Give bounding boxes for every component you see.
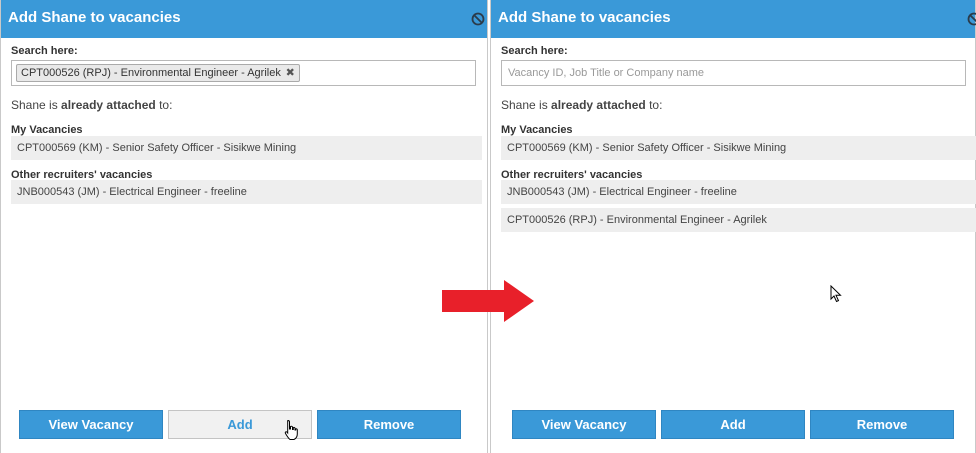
selected-vacancy-chip: CPT000526 (RPJ) - Environmental Engineer…: [16, 64, 300, 82]
list-item[interactable]: CPT000526 (RPJ) - Environmental Engineer…: [501, 208, 976, 232]
list-item[interactable]: CPT000569 (KM) - Senior Safety Officer -…: [501, 136, 976, 160]
search-label: Search here:: [11, 45, 78, 57]
dialog-before: Add Shane to vacancies Search here: CPT0…: [0, 0, 488, 453]
search-box: [501, 60, 966, 86]
add-button[interactable]: Add: [168, 410, 312, 439]
chip-label: CPT000526 (RPJ) - Environmental Engineer…: [21, 67, 281, 79]
block-icon[interactable]: [967, 12, 976, 26]
dialog-header: Add Shane to vacancies: [1, 0, 487, 38]
dialog-header: Add Shane to vacancies: [491, 0, 975, 38]
remove-button[interactable]: Remove: [810, 410, 954, 439]
my-vacancies-label: My Vacancies: [11, 124, 83, 136]
attached-info: Shane is already attached to:: [501, 98, 663, 112]
search-input[interactable]: [502, 61, 965, 85]
dialog-after: Add Shane to vacancies Search here: Shan…: [490, 0, 976, 453]
right-arrow-icon: [442, 280, 534, 322]
view-vacancy-button[interactable]: View Vacancy: [512, 410, 656, 439]
list-item[interactable]: JNB000543 (JM) - Electrical Engineer - f…: [501, 180, 976, 204]
list-item[interactable]: JNB000543 (JM) - Electrical Engineer - f…: [11, 180, 482, 204]
view-vacancy-button[interactable]: View Vacancy: [19, 410, 163, 439]
pointer-cursor-icon: [830, 285, 842, 303]
search-input[interactable]: CPT000526 (RPJ) - Environmental Engineer…: [11, 60, 476, 86]
block-icon[interactable]: [471, 12, 485, 26]
remove-button[interactable]: Remove: [317, 410, 461, 439]
chip-remove-icon[interactable]: ✖: [286, 65, 295, 81]
search-label: Search here:: [501, 45, 568, 57]
list-item[interactable]: CPT000569 (KM) - Senior Safety Officer -…: [11, 136, 482, 160]
dialog-title: Add Shane to vacancies: [8, 9, 181, 26]
my-vacancies-label: My Vacancies: [501, 124, 573, 136]
dialog-title: Add Shane to vacancies: [498, 9, 671, 26]
attached-info: Shane is already attached to:: [11, 98, 173, 112]
add-button[interactable]: Add: [661, 410, 805, 439]
